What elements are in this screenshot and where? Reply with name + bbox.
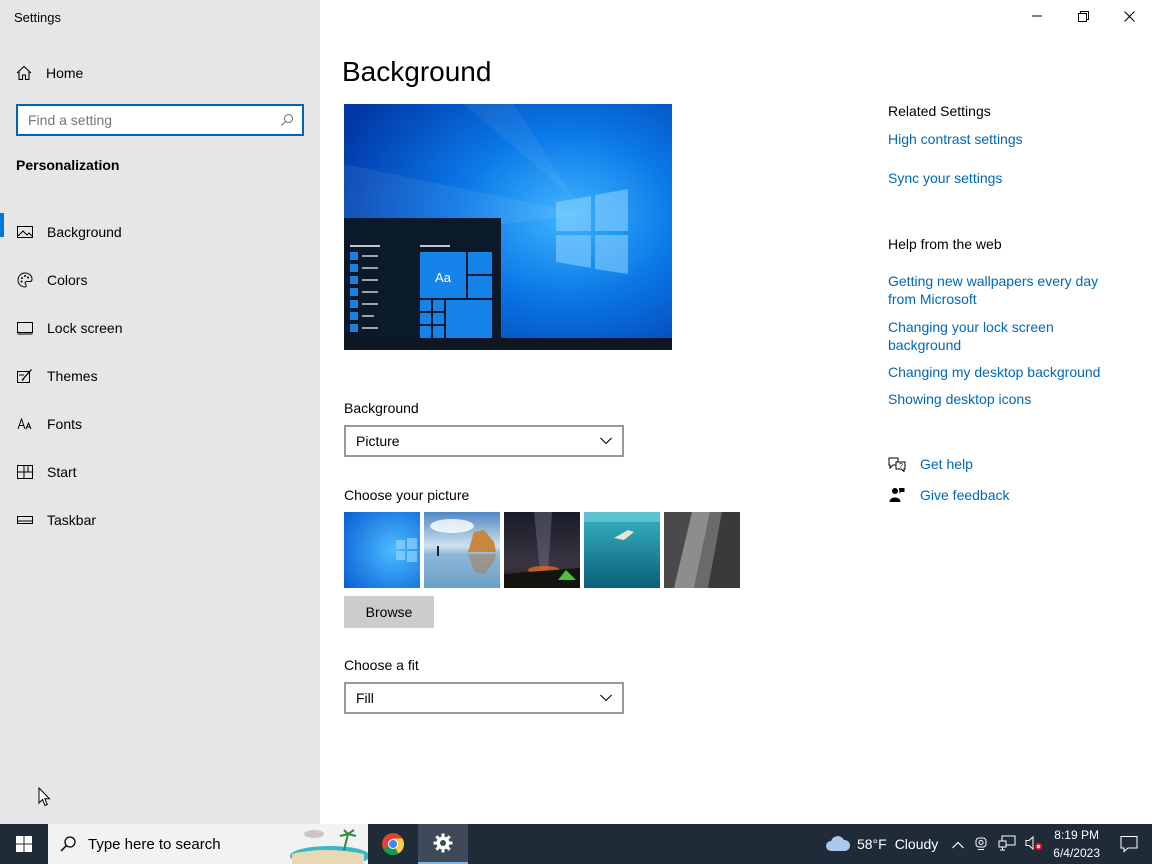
network-icon[interactable] — [998, 835, 1016, 854]
settings-taskbar-button[interactable] — [418, 824, 468, 864]
sidebar-item-taskbar[interactable]: Taskbar — [0, 496, 320, 544]
thumbnail-night-sky-tent[interactable] — [504, 512, 580, 588]
sidebar-item-label: Themes — [47, 368, 98, 384]
give-feedback-label: Give feedback — [920, 487, 1010, 503]
restore-button[interactable] — [1060, 0, 1106, 32]
chevron-down-icon — [600, 437, 612, 445]
svg-text:?: ? — [899, 463, 903, 470]
sidebar-item-lock-screen[interactable]: Lock screen — [0, 304, 320, 352]
weather-condition: Cloudy — [894, 836, 939, 852]
related-settings-title: Related Settings — [888, 103, 991, 119]
meet-now-icon[interactable] — [973, 835, 989, 854]
sidebar-item-colors[interactable]: Colors — [0, 256, 320, 304]
palette-icon — [16, 271, 34, 289]
weather-temp: 58°F — [856, 836, 887, 852]
taskbar-search-box[interactable]: Type here to search — [48, 824, 368, 864]
start-icon — [16, 463, 34, 481]
give-feedback-link[interactable]: Give feedback — [888, 487, 1010, 503]
feedback-person-icon — [888, 487, 906, 503]
search-icon — [281, 113, 294, 126]
fit-dropdown-value: Fill — [356, 690, 374, 706]
background-preview: Aa — [344, 104, 672, 350]
background-dropdown[interactable]: Picture — [344, 425, 624, 457]
sidebar-item-fonts[interactable]: Fonts — [0, 400, 320, 448]
start-button[interactable] — [0, 824, 48, 864]
windows-logo-icon — [16, 836, 32, 852]
wallpapers-link[interactable]: Getting new wallpapers every day from Mi… — [888, 272, 1118, 308]
app-title: Settings — [14, 10, 61, 25]
fonts-icon — [16, 415, 34, 433]
taskbar: Type here to search 58°F Cloudy 8:19 PM … — [0, 824, 1152, 864]
minimize-icon — [1032, 15, 1042, 17]
clock-time: 8:19 PM — [1054, 828, 1099, 842]
lock-screen-icon — [16, 319, 34, 337]
weather-widget[interactable]: 58°F Cloudy — [825, 835, 938, 853]
close-button[interactable] — [1106, 0, 1152, 32]
home-button[interactable]: Home — [16, 62, 83, 84]
sidebar-item-label: Start — [47, 464, 77, 480]
section-title: Personalization — [16, 157, 120, 173]
sidebar-item-label: Lock screen — [47, 320, 123, 336]
volume-muted-icon[interactable] — [1025, 835, 1043, 854]
sidebar-item-label: Background — [47, 224, 122, 240]
close-icon — [1123, 10, 1135, 22]
chrome-taskbar-button[interactable] — [368, 824, 418, 864]
help-web-title: Help from the web — [888, 236, 1002, 252]
sidebar-nav: Background Colors Lock screen Themes Fon… — [0, 208, 320, 544]
picture-thumbnails — [344, 512, 740, 588]
thumbnail-windows-blue[interactable] — [344, 512, 420, 588]
preview-tile-text: Aa — [435, 270, 452, 285]
background-dropdown-value: Picture — [356, 433, 400, 449]
lock-screen-bg-link[interactable]: Changing your lock screen background — [888, 318, 1118, 354]
mouse-pointer-icon — [38, 786, 52, 812]
fit-dropdown[interactable]: Fill — [344, 682, 624, 714]
sidebar-item-label: Taskbar — [47, 512, 97, 528]
cloud-icon — [825, 836, 850, 851]
chevron-down-icon — [600, 694, 612, 702]
get-help-label: Get help — [920, 456, 973, 472]
taskbar-search-placeholder: Type here to search — [88, 835, 221, 853]
restore-icon — [1077, 10, 1089, 22]
search-input[interactable] — [28, 112, 280, 128]
minimize-button[interactable] — [1014, 0, 1060, 32]
choose-fit-label: Choose a fit — [344, 657, 419, 673]
clock[interactable]: 8:19 PM 6/4/2023 — [1053, 826, 1100, 862]
picture-icon — [16, 223, 34, 241]
chrome-icon — [382, 833, 404, 855]
high-contrast-link[interactable]: High contrast settings — [888, 130, 1118, 148]
brush-icon — [16, 367, 34, 385]
sync-settings-link[interactable]: Sync your settings — [888, 169, 1118, 187]
desktop-bg-link[interactable]: Changing my desktop background — [888, 363, 1118, 381]
thumbnail-beach-rock[interactable] — [424, 512, 500, 588]
gear-icon — [433, 833, 453, 853]
home-label: Home — [46, 65, 84, 81]
home-icon — [16, 65, 32, 81]
chevron-up-icon[interactable] — [952, 836, 965, 852]
sidebar-item-background[interactable]: Background — [0, 208, 320, 256]
sidebar-item-label: Colors — [47, 272, 88, 288]
sidebar-item-start[interactable]: Start — [0, 448, 320, 496]
sidebar-item-themes[interactable]: Themes — [0, 352, 320, 400]
browse-button[interactable]: Browse — [344, 596, 434, 628]
desktop-icons-link[interactable]: Showing desktop icons — [888, 390, 1118, 408]
sidebar: Settings Home Personalization Background… — [0, 0, 320, 824]
page-title: Background — [342, 56, 492, 87]
clock-date: 6/4/2023 — [1053, 846, 1100, 860]
thumbnail-underwater-swimmer[interactable] — [584, 512, 660, 588]
sidebar-item-label: Fonts — [47, 416, 83, 432]
background-label: Background — [344, 400, 419, 416]
system-tray: 58°F Cloudy 8:19 PM 6/4/2023 — [825, 824, 1152, 864]
search-icon — [60, 836, 76, 852]
search-highlight-illustration — [290, 829, 368, 864]
setting-search-box[interactable] — [16, 104, 304, 136]
choose-picture-label: Choose your picture — [344, 487, 470, 503]
action-center-button[interactable] — [1106, 824, 1152, 864]
notification-icon — [1120, 836, 1138, 853]
get-help-link[interactable]: ? Get help — [888, 456, 973, 472]
chat-help-icon: ? — [888, 456, 906, 472]
taskbar-icon — [16, 511, 34, 529]
thumbnail-rock-cliff[interactable] — [664, 512, 740, 588]
